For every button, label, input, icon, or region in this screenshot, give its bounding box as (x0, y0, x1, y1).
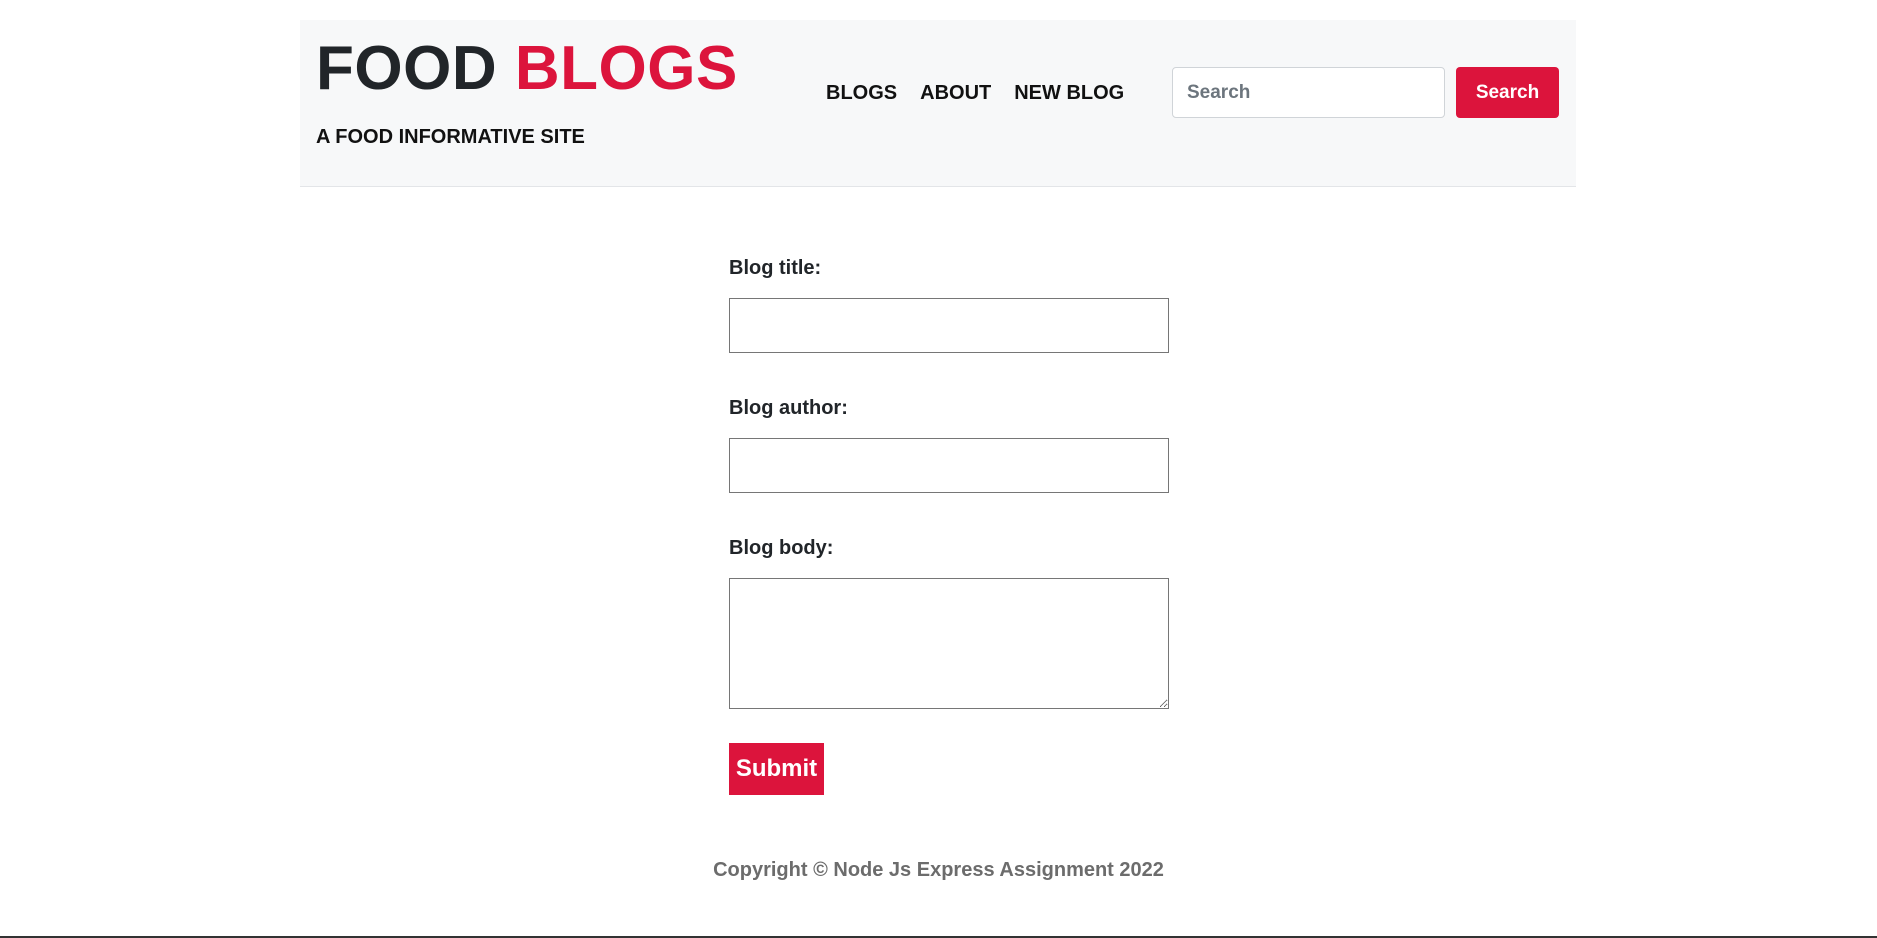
blog-body-textarea[interactable] (729, 578, 1169, 709)
search-input[interactable] (1172, 67, 1445, 118)
blog-author-label: Blog author: (729, 397, 848, 419)
site-tagline: A FOOD INFORMATIVE SITE (316, 126, 585, 148)
blog-title-label: Blog title: (729, 257, 822, 279)
blog-body-label: Blog body: (729, 537, 834, 559)
brand-word-blogs: BLOGS (514, 34, 738, 103)
submit-button[interactable]: Submit (729, 743, 824, 795)
blog-author-input[interactable] (729, 438, 1169, 493)
new-blog-form: Blog title: Blog author: Blog body: Subm… (729, 255, 1169, 795)
brand-word-food: FOOD (316, 34, 498, 103)
page: FOOD BLOGS A FOOD INFORMATIVE SITE BLOGS… (0, 0, 1877, 938)
site-logo[interactable]: FOOD BLOGS (316, 38, 738, 100)
nav-link-new-blog[interactable]: NEW BLOG (1014, 82, 1124, 105)
nav-link-about[interactable]: ABOUT (920, 82, 991, 105)
copyright-footer: Copyright © Node Js Express Assignment 2… (713, 859, 1164, 881)
search-button[interactable]: Search (1456, 67, 1559, 118)
blog-title-input[interactable] (729, 298, 1169, 353)
main-nav: BLOGS ABOUT NEW BLOG (826, 82, 1124, 105)
nav-link-blogs[interactable]: BLOGS (826, 82, 897, 105)
site-header: FOOD BLOGS A FOOD INFORMATIVE SITE BLOGS… (300, 20, 1576, 187)
